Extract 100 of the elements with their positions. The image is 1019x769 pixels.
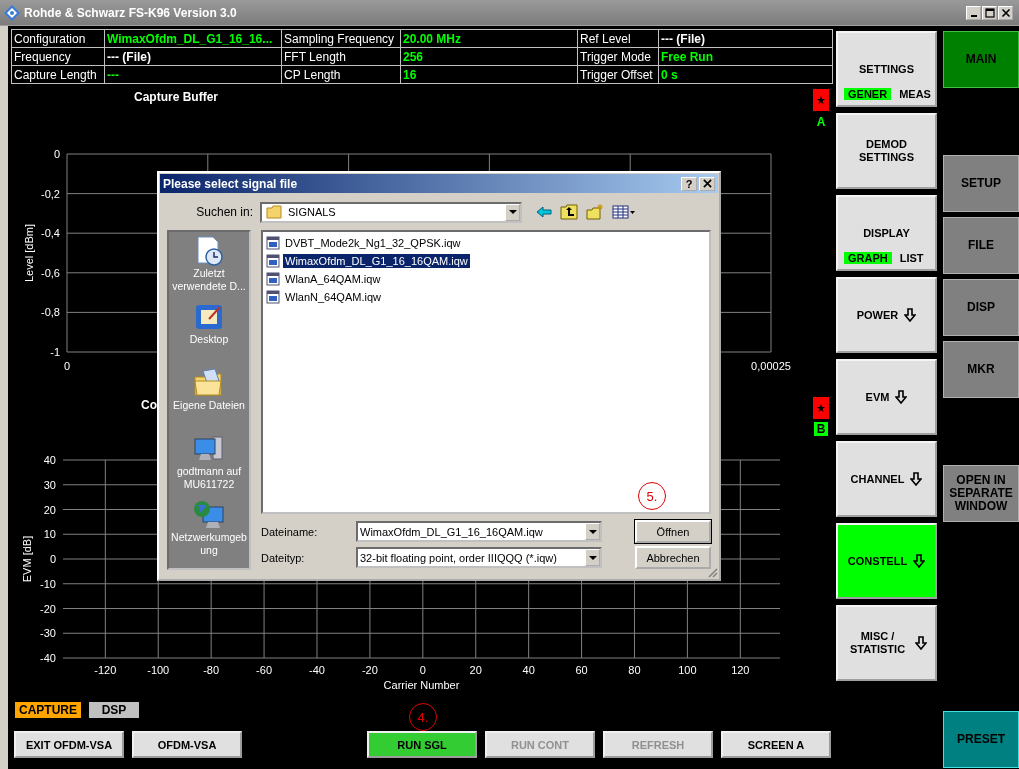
tick-label: -100 [147,664,170,676]
view-menu-icon[interactable] [612,204,636,220]
minimize-icon [970,14,977,17]
tick-label: -60 [256,664,273,676]
file-item[interactable]: WlanA_64QAM.iqw [283,272,383,286]
tick-label: 10 [43,528,56,541]
info-label: Sampling Frequency [281,29,401,48]
tick-label: 60 [575,664,588,676]
status-tag: CAPTURE [15,702,81,718]
look-in-label: Suchen in: [195,205,253,219]
tick-label: 100 [678,664,697,676]
close-button[interactable] [699,176,715,191]
tick-label: 0 [419,664,426,676]
axis-label: Carrier Number [383,679,460,691]
tick-label: -40 [309,664,325,676]
trace-letter: A [815,115,827,129]
tick-label: -0,8 [41,306,60,319]
up-folder-icon[interactable] [560,204,578,220]
tick-label: 80 [628,664,641,676]
caret-icon [508,210,517,214]
tick-label: -0,6 [41,266,60,279]
minimize-button[interactable] [966,5,981,20]
softkey[interactable]: EVM [836,359,937,435]
network-computer-icon[interactable] [193,499,225,531]
axis-label: EVM [dB] [21,535,33,583]
maximize-button[interactable] [982,5,997,20]
function-button[interactable]: EXIT OFDM-VSA [14,731,124,758]
softkey[interactable]: CHANNEL [836,441,937,517]
info-label: Configuration [11,29,105,48]
marker-flag[interactable]: ★ [813,89,829,111]
softkey[interactable]: CONSTELL [836,523,937,599]
tick-label: 40 [43,454,56,466]
hotkey-button[interactable]: FILE [943,217,1019,274]
info-value: --- (File) [658,29,833,48]
tick-label: -80 [203,664,220,676]
file-type-dropdown[interactable]: 32-bit floating point, order IIIQQQ (*.iqw) [356,547,602,568]
softkey[interactable]: DISPLAY GRAPH LIST [836,195,937,271]
hotkey-button[interactable]: OPEN IN SEPARATE WINDOW [943,465,1019,522]
file-icon [266,272,280,286]
file-item[interactable]: DVBT_Mode2k_Ng1_32_QPSK.iqw [283,236,463,250]
hotkey-button[interactable]: SETUP [943,155,1019,212]
down-arrow-icon [904,308,917,322]
hotkey-button[interactable]: MAIN [943,31,1019,88]
down-arrow-icon [914,636,927,650]
resize-grip-icon[interactable] [706,566,718,578]
toggle-option: GRAPH [844,252,892,264]
look-in-dropdown[interactable]: SIGNALS [260,201,522,223]
file-item[interactable]: WimaxOfdm_DL_G1_16_16QAM.iqw [283,254,470,268]
file-name-field[interactable]: WimaxOfdm_DL_G1_16_16QAM.iqw [356,521,602,542]
place-label[interactable]: Eigene Dateien [173,399,245,412]
tick-label: -10 [40,577,56,590]
place-label[interactable]: Netzwerkumgebung [169,531,249,557]
down-arrow-icon [910,472,923,486]
status-tag: DSP [89,702,139,718]
help-button[interactable]: ? [681,176,697,191]
open-button[interactable]: Öffnen [635,520,711,543]
cancel-button[interactable]: Abbrechen [635,546,711,569]
softkey[interactable]: DEMOD SETTINGS [836,113,937,189]
caret-icon [588,529,597,534]
hotkey-button[interactable]: PRESET [943,711,1019,768]
tick-label: -20 [361,664,378,676]
toggle-option: LIST [895,252,928,264]
down-arrow-icon [895,390,908,404]
marker-flag[interactable]: ★ [813,397,829,419]
close-button[interactable] [998,5,1013,20]
file-icon [266,290,280,304]
back-arrow-icon[interactable] [536,204,552,220]
hotkey-button[interactable]: DISP [943,279,1019,336]
function-button[interactable]: OFDM-VSA [132,731,242,758]
folder-icon[interactable] [193,367,225,399]
tick-label: -40 [40,652,56,664]
place-label[interactable]: Desktop [189,333,229,346]
place-label[interactable]: Zuletzt verwendete D... [169,267,249,293]
tick-label: 40 [522,664,535,676]
close-icon [1000,7,1011,18]
info-value: 20.00 MHz [400,29,578,48]
softkey[interactable]: POWER [836,277,937,353]
file-type-label: Dateityp: [261,551,306,564]
tick-label: 0 [53,148,60,160]
tick-label: 20 [43,503,56,516]
file-icon [266,236,280,250]
caret-icon [588,555,597,560]
trace-letter: B [813,422,829,436]
file-item[interactable]: WlanN_64QAM.iqw [283,290,383,304]
chart-title: Capture Buffer [134,90,218,104]
place-label[interactable]: godtmann auf MU611722 [169,465,249,491]
close-icon [702,179,712,188]
chart-title: Co [141,398,157,412]
folder-icon [266,205,282,219]
app-logo-icon [4,4,20,21]
softkey[interactable]: MISC / STATISTIC [836,605,937,681]
tick-label: 30 [43,478,56,491]
run-button[interactable]: SCREEN A [721,731,831,758]
run-button[interactable]: RUN SGL [367,731,477,758]
hotkey-button[interactable]: MKR [943,341,1019,398]
tick-label: -30 [40,627,56,640]
down-arrow-icon [913,554,926,568]
file-name-label: Dateiname: [261,525,319,538]
softkey[interactable]: SETTINGS GENER MEAS [836,31,937,107]
toggle-option: GENER [844,88,892,100]
